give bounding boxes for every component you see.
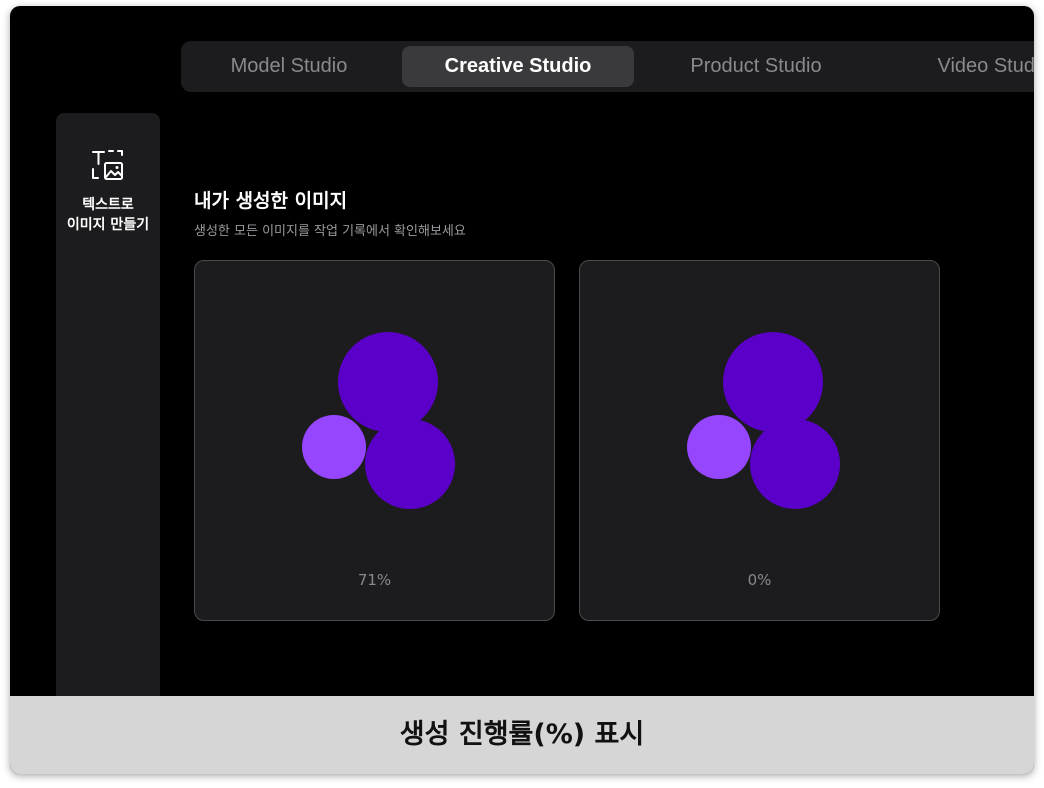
sidebar: 텍스트로 이미지 만들기 bbox=[56, 113, 160, 774]
loading-blobs-icon bbox=[687, 332, 840, 509]
caption-bar: 생성 진행률(%) 표시 bbox=[10, 696, 1034, 774]
sidebar-item-text-to-image[interactable]: 텍스트로 이미지 만들기 bbox=[56, 149, 160, 249]
progress-percent: 0% bbox=[747, 571, 772, 589]
section-title: 내가 생성한 이미지 bbox=[194, 190, 348, 212]
loading-blob-left bbox=[687, 415, 751, 479]
loading-blobs-icon bbox=[302, 332, 455, 509]
app-window: Model Studio Creative Studio Product Stu… bbox=[10, 6, 1034, 774]
generation-card[interactable]: 71% bbox=[194, 260, 555, 621]
loading-blob-left bbox=[302, 415, 366, 479]
tab-model-studio[interactable]: Model Studio bbox=[181, 46, 397, 87]
studio-tab-bar: Model Studio Creative Studio Product Stu… bbox=[181, 41, 1034, 92]
loading-blob-top bbox=[723, 332, 823, 432]
text-to-image-icon bbox=[56, 149, 160, 183]
section-subtitle: 생성한 모든 이미지를 작업 기록에서 확인해보세요 bbox=[194, 224, 466, 239]
generation-card[interactable]: 0% bbox=[579, 260, 940, 621]
tab-video-studio[interactable]: Video Studio bbox=[879, 46, 1034, 87]
loading-blob-bottom bbox=[365, 419, 455, 509]
progress-percent: 71% bbox=[357, 571, 392, 589]
loading-blob-top bbox=[338, 332, 438, 432]
loading-blob-bottom bbox=[750, 419, 840, 509]
tab-product-studio[interactable]: Product Studio bbox=[641, 46, 871, 87]
tab-creative-studio[interactable]: Creative Studio bbox=[402, 46, 634, 87]
sidebar-item-label: 텍스트로 이미지 만들기 bbox=[66, 197, 150, 233]
